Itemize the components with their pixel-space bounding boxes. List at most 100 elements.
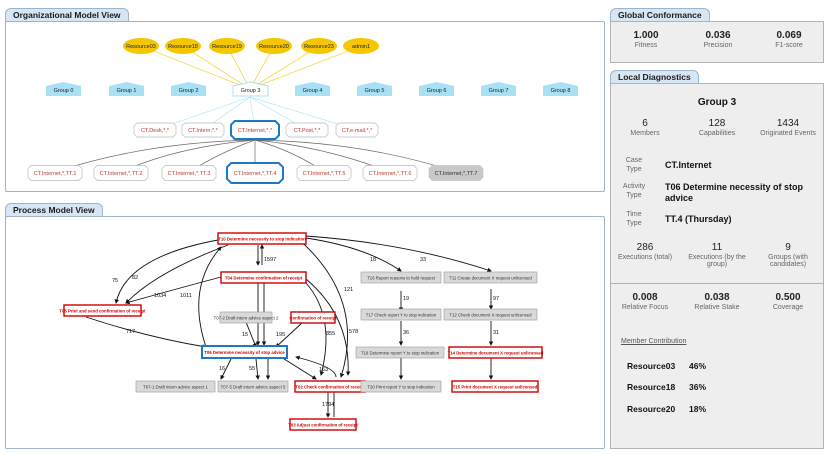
capabilities-value: 128 [708,118,726,129]
process-node[interactable]: T19 Determine report Y to stop indicatio… [355,346,445,359]
edge-label: 1597 [264,257,276,263]
mode-node[interactable]: CT.Internet,*,TT.4 [226,162,284,184]
resource-node[interactable]: admin1 [343,38,379,54]
process-node[interactable]: Confirmation of receipt [289,311,337,324]
group-node[interactable]: Group 7 [481,82,516,96]
executions-total-metric: 286 Executions (total) [610,242,680,261]
mode-label: CT.Internet,*,TT.5 [303,171,346,177]
coverage-label: Coverage [772,304,804,311]
process-node[interactable]: T03 Adjust confirmation of receipt [288,418,358,431]
local-diagnostics-tab[interactable]: Local Diagnostics [610,70,699,84]
case-type-node[interactable]: CT.Intern,*,* [181,122,225,138]
process-node[interactable]: T12 Check document X request unlicensed [443,308,538,321]
process-node[interactable]: T07-1 Draft intern advice aspect 1 [135,380,216,393]
process-model-panel: 7582103410111597183371715427919585557812… [5,216,605,449]
resource-label: Resource20 [259,44,289,50]
edge-label: 55 [249,366,255,372]
groups-label: Groups (with candidates) [768,254,808,268]
coverage-metric: 0.500 Coverage [753,292,823,311]
edge-label: 19 [403,296,409,302]
group-label: Group 3 [241,88,261,94]
edge-label: 1794 [322,402,334,408]
process-model-tab[interactable]: Process Model View [5,203,103,217]
case-type-node[interactable]: CT.Post,*,* [285,122,329,138]
mode-label: CT.Internet,*,TT.7 [435,171,478,177]
mode-node[interactable]: CT.Internet,*,TT.2 [93,165,149,181]
groups-metric: 9 Groups (with candidates) [753,242,823,268]
executions-total-value: 286 [636,242,654,253]
global-conformance-tab[interactable]: Global Conformance [610,8,710,22]
process-node[interactable]: T02 Check confirmation of receipt [294,380,366,393]
case-type-node[interactable]: CT.Internet,*,* [230,120,280,140]
capabilities-label: Capabilities [698,130,736,137]
resource-node[interactable]: Resource23 [301,38,337,54]
process-node[interactable]: T16 Report reasons to hold request [360,271,442,284]
member-contribution-title: Member Contribution [621,338,687,345]
contrib-name-0: Resource03 [627,361,676,371]
mode-node[interactable]: CT.Internet,*,TT.7 [428,165,484,181]
org-model-tab[interactable]: Organizational Model View [5,8,129,22]
case-type-node[interactable]: CT.e-mail,*,* [335,122,379,138]
process-node-label: T11 Create document X request unlicensed [449,276,532,281]
process-node-label: T07-5 Draft intern advice aspect 5 [221,385,286,390]
resource-node[interactable]: Resource19 [209,38,245,54]
process-node[interactable]: T17 Check report Y to stop indication [360,308,442,321]
process-node[interactable]: T05 Print and send confirmation of recei… [59,304,146,317]
mode-label: CT.Internet,*,TT.3 [168,171,211,177]
edge-label: 18 [370,257,376,263]
group-node[interactable]: Group 5 [357,82,392,96]
f1-metric: 0.069 F1-score [754,30,824,49]
edge-label: 31 [493,330,499,336]
process-node[interactable]: T20 Print report Y to stop indication [360,380,442,393]
resource-label: Resource18 [168,44,198,50]
group-node[interactable]: Group 6 [419,82,454,96]
resource-label: Resource19 [212,44,242,50]
edge-label: 97 [493,296,499,302]
process-node[interactable]: T04 Determine confirmation of receipt [220,271,307,284]
process-node-label: T19 Determine report Y to stop indicatio… [361,351,440,356]
mode-node[interactable]: CT.Internet,*,TT.5 [296,165,352,181]
process-node-label: T04 Determine confirmation of receipt [225,276,303,281]
mode-node[interactable]: CT.Internet,*,TT.1 [27,165,83,181]
mode-label: CT.Internet,*,TT.1 [34,171,77,177]
executions-group-metric: 11 Executions (by the group) [682,242,752,268]
mode-node[interactable]: CT.Internet,*,TT.6 [362,165,418,181]
fitness-value: 1.000 [633,30,659,41]
process-node[interactable]: T14 Determine document X request unlicen… [448,346,544,359]
resource-node[interactable]: Resource20 [256,38,292,54]
process-node-label: T16 Report reasons to hold request [367,276,435,281]
group-node[interactable]: Group 0 [46,82,81,96]
case-type-label: CT.Desk,*,* [141,128,170,134]
group-label: Group 2 [179,88,199,94]
group-node[interactable]: Group 2 [171,82,206,96]
f1-label: F1-score [775,42,803,49]
edge-label: 121 [344,287,353,293]
group-node[interactable]: Group 8 [543,82,578,96]
case-type-node[interactable]: CT.Desk,*,* [133,122,177,138]
fitness-metric: 1.000 Fitness [611,30,681,49]
process-node[interactable]: T10 Determine necessity to stop indicati… [217,232,307,245]
resource-label: Resource23 [304,44,334,50]
resource-node[interactable]: Resource18 [165,38,201,54]
process-node[interactable]: T15 Print document X request unlicensed [451,380,539,393]
groups-value: 9 [785,242,791,253]
process-node[interactable]: T06 Determine necessity of stop advice [201,345,288,359]
mode-node[interactable]: CT.Internet,*,TT.3 [161,165,217,181]
relative-focus-metric: 0.008 Relative Focus [610,292,680,311]
case-type-value: CT.Internet [665,160,712,170]
group-node[interactable]: Group 4 [295,82,330,96]
activity-type-value: T06 Determine necessity of stop advice [665,182,804,203]
mode-label: CT.Internet,*,TT.4 [234,171,277,177]
resource-node[interactable]: Resource03 [123,38,159,54]
contrib-name-1: Resource18 [627,382,676,392]
contrib-name-2: Resource20 [627,404,676,414]
resource-label: admin1 [352,44,370,50]
process-node-label: T15 Print document X request unlicensed [453,385,538,390]
group-node[interactable]: Group 1 [109,82,144,96]
process-node[interactable]: T07-2 Draft intern advice aspect 2 [214,311,279,324]
process-node[interactable]: T07-5 Draft intern advice aspect 5 [217,380,289,393]
process-node-label: T17 Check report Y to stop indication [366,313,437,318]
group-label: Group 0 [54,88,74,94]
process-node[interactable]: T11 Create document X request unlicensed [443,271,538,284]
group-label: Group 1 [117,88,137,94]
